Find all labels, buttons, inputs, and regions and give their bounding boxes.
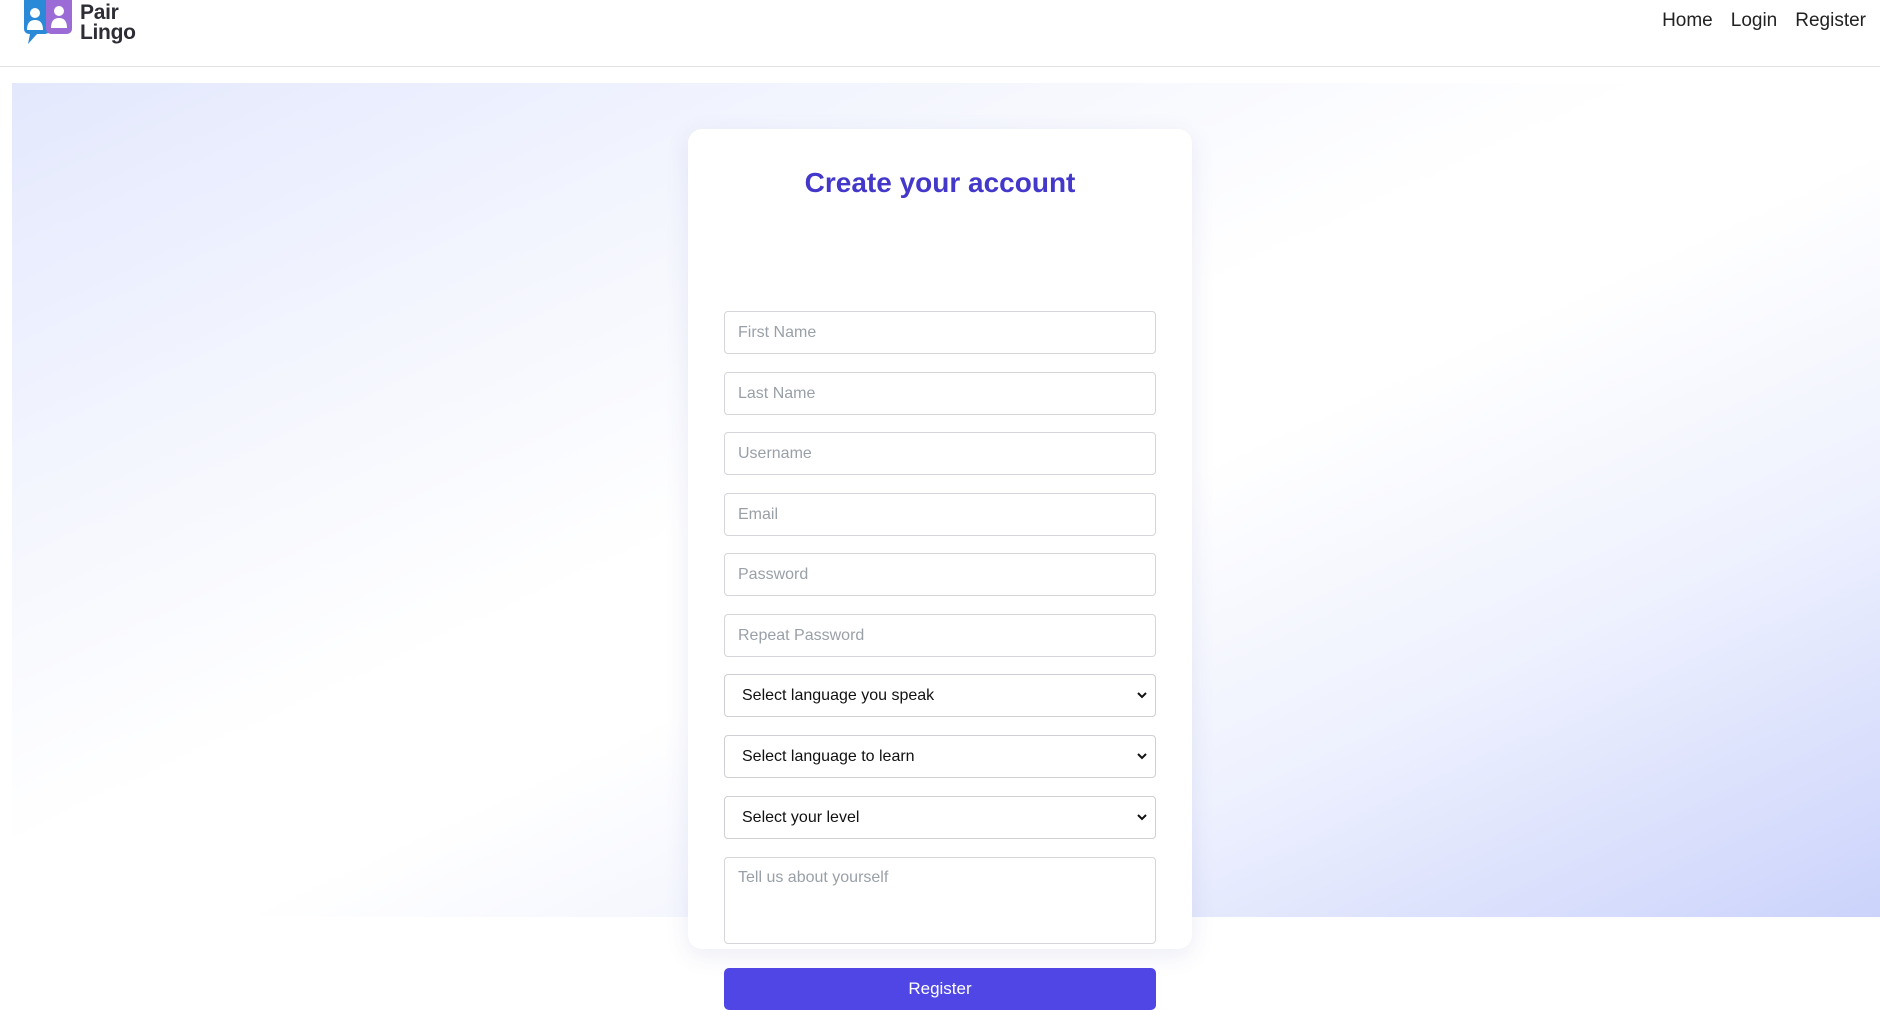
main-nav: Home Login Register (1662, 10, 1866, 32)
chevron-down-icon (1137, 692, 1147, 699)
chevron-down-icon (1137, 814, 1147, 821)
register-card: Create your account Select language you … (688, 129, 1192, 1010)
speak-language-select[interactable]: Select language you speak (724, 674, 1156, 717)
chat-people-logo-icon (24, 0, 72, 44)
about-textarea[interactable] (724, 857, 1156, 944)
first-name-field[interactable] (724, 311, 1156, 354)
top-header: Pair Lingo Home Login Register (0, 0, 1880, 67)
level-select[interactable]: Select your level (724, 796, 1156, 839)
nav-login-link[interactable]: Login (1731, 10, 1778, 32)
nav-home-link[interactable]: Home (1662, 10, 1713, 32)
hero-background: Create your account Select language you … (12, 83, 1880, 1010)
page-title: Create your account (804, 167, 1076, 198)
brand-line-1: Pair (80, 1, 119, 24)
brand-logo[interactable]: Pair Lingo (22, 0, 136, 46)
email-field[interactable] (724, 493, 1156, 536)
learn-language-select[interactable]: Select language to learn (724, 735, 1156, 778)
last-name-field[interactable] (724, 372, 1156, 415)
brand-line-2: Lingo (80, 21, 136, 44)
password-field[interactable] (724, 553, 1156, 596)
brand-name: Pair Lingo (80, 1, 136, 44)
chevron-down-icon (1137, 753, 1147, 760)
username-field[interactable] (724, 432, 1156, 475)
speak-language-value: Select language you speak (742, 687, 935, 704)
nav-register-link[interactable]: Register (1795, 10, 1866, 32)
repeat-password-field[interactable] (724, 614, 1156, 657)
learn-language-value: Select language to learn (742, 748, 915, 765)
register-submit-button[interactable]: Register (724, 968, 1156, 1010)
level-value: Select your level (742, 809, 860, 826)
